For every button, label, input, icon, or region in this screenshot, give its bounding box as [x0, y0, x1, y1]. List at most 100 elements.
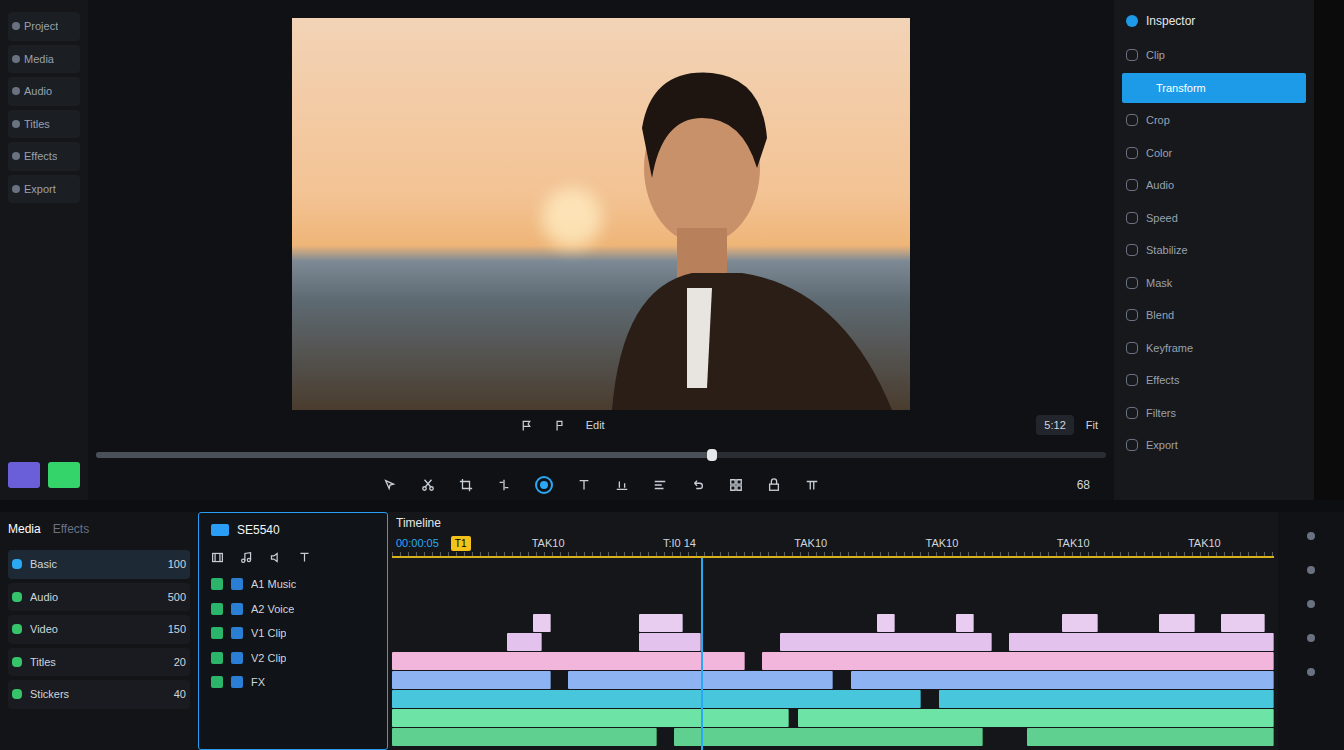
inspector-item[interactable]: Clip	[1122, 40, 1306, 71]
select-icon[interactable]	[383, 478, 397, 492]
timeline-clip[interactable]	[762, 652, 1274, 670]
undo-icon[interactable]	[691, 478, 705, 492]
clip-row[interactable]: V1 Clip	[211, 625, 375, 642]
inspector-label: Filters	[1146, 405, 1176, 422]
zoom-select[interactable]: Fit	[1086, 417, 1098, 434]
sidebar-item[interactable]: Titles	[8, 110, 80, 139]
clip-row[interactable]: A2 Voice	[211, 601, 375, 618]
cut-icon[interactable]	[421, 478, 435, 492]
scrubber-handle[interactable]	[707, 449, 717, 461]
item-icon	[12, 185, 20, 193]
scrubber[interactable]	[96, 440, 1106, 470]
clip-row[interactable]: A1 Music	[211, 576, 375, 593]
ruler-line	[392, 552, 1274, 558]
color-swatch[interactable]	[48, 462, 80, 488]
crop-icon[interactable]	[459, 478, 473, 492]
item-icon	[1126, 439, 1138, 451]
inspector-item[interactable]: Filters	[1122, 398, 1306, 429]
ripple-icon[interactable]	[653, 478, 667, 492]
row-icon	[12, 657, 22, 667]
inspector-item[interactable]: Stabilize	[1122, 235, 1306, 266]
sidebar-item[interactable]: Project	[8, 12, 80, 41]
timeline-clip[interactable]	[1027, 728, 1274, 746]
timeline-clip[interactable]	[939, 690, 1274, 708]
inspector-item[interactable]: Crop	[1122, 105, 1306, 136]
item-icon	[1126, 374, 1138, 386]
audio-icon[interactable]	[269, 551, 282, 564]
timeline-clip[interactable]	[674, 728, 983, 746]
item-icon	[1126, 49, 1138, 61]
inspector-item[interactable]: Keyframe	[1122, 333, 1306, 364]
timeline-clip[interactable]	[851, 671, 1274, 689]
timeline-clip[interactable]	[1062, 614, 1097, 632]
timeline-clip[interactable]	[392, 728, 657, 746]
inspector-item[interactable]: Color	[1122, 138, 1306, 169]
timeline-clip[interactable]	[392, 671, 551, 689]
trim-icon[interactable]	[805, 478, 819, 492]
inspector-item[interactable]: Mask	[1122, 268, 1306, 299]
color-swatch[interactable]	[8, 462, 40, 488]
timeline-clip[interactable]	[1221, 614, 1265, 632]
timeline-clip[interactable]	[639, 633, 701, 651]
timeline-clip[interactable]	[956, 614, 974, 632]
timeline-clip[interactable]	[392, 690, 921, 708]
row-icon	[12, 689, 22, 699]
row-icon	[12, 559, 22, 569]
clip-row[interactable]: V2 Clip	[211, 650, 375, 667]
media-row[interactable]: Audio500	[8, 583, 190, 612]
ruler-ticks: TAK10T:I0 14TAK10TAK10TAK10TAK10	[483, 535, 1271, 552]
clip-row[interactable]: FX	[211, 674, 375, 691]
sidebar-item[interactable]: Export	[8, 175, 80, 204]
text-icon[interactable]	[298, 551, 311, 564]
track-icon	[211, 627, 223, 639]
flag-icon[interactable]	[520, 419, 533, 432]
inspector-item[interactable]: Audio	[1122, 170, 1306, 201]
timeline-clip[interactable]	[1159, 614, 1194, 632]
sidebar-item[interactable]: Media	[8, 45, 80, 74]
media-row[interactable]: Stickers40	[8, 680, 190, 709]
marker-icon[interactable]	[553, 419, 566, 432]
ruler-tick: TAK10	[1057, 535, 1090, 552]
timeline-clip[interactable]	[1009, 633, 1274, 651]
grid-icon[interactable]	[729, 478, 743, 492]
timeline-clip[interactable]	[877, 614, 895, 632]
timeline-clip[interactable]	[798, 709, 1274, 727]
lock-icon[interactable]	[767, 478, 781, 492]
inspector-item[interactable]: Blend	[1122, 300, 1306, 331]
media-row[interactable]: Basic100	[8, 550, 190, 579]
inspector-item[interactable]: Transform	[1122, 73, 1306, 104]
timeline-clip[interactable]	[392, 709, 789, 727]
inspector-label: Speed	[1146, 210, 1178, 227]
split-icon[interactable]	[497, 478, 511, 492]
inspector-item[interactable]: Speed	[1122, 203, 1306, 234]
sidebar-item[interactable]: Effects	[8, 142, 80, 171]
inspector-item[interactable]: Export	[1122, 430, 1306, 461]
timeline-clip[interactable]	[507, 633, 542, 651]
text-icon[interactable]	[577, 478, 591, 492]
media-row[interactable]: Video150	[8, 615, 190, 644]
music-icon[interactable]	[240, 551, 253, 564]
scrubber-track[interactable]	[96, 452, 1106, 458]
record-button[interactable]	[535, 476, 553, 494]
toolbar: 68	[88, 470, 1114, 500]
film-icon[interactable]	[211, 551, 224, 564]
timeline-track	[392, 690, 1274, 708]
media-row[interactable]: Titles20	[8, 648, 190, 677]
playhead[interactable]	[701, 558, 703, 750]
media-tab[interactable]: Effects	[53, 520, 89, 538]
clip-label: A2 Voice	[251, 601, 294, 618]
align-icon[interactable]	[615, 478, 629, 492]
control-label[interactable]: Edit	[586, 417, 605, 434]
timeline-clip[interactable]	[639, 614, 683, 632]
media-count: 20	[174, 654, 186, 671]
inspector-item[interactable]: Effects	[1122, 365, 1306, 396]
track-icon	[211, 603, 223, 615]
timeline-clip[interactable]	[392, 652, 745, 670]
clip-badge-icon	[211, 524, 229, 536]
inspector-label: Color	[1146, 145, 1172, 162]
timeline-clip[interactable]	[533, 614, 551, 632]
media-tab[interactable]: Media	[8, 520, 41, 538]
scrubber-fill	[96, 452, 712, 458]
sidebar-item[interactable]: Audio	[8, 77, 80, 106]
timeline-clip[interactable]	[780, 633, 992, 651]
